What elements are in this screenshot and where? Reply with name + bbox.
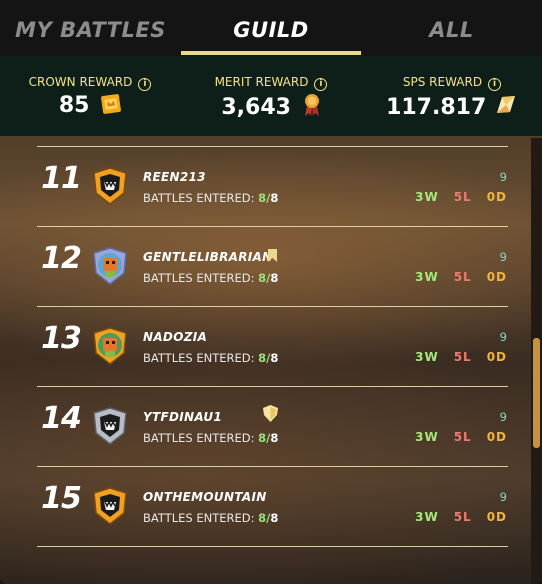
losses: 5L [453, 510, 472, 524]
info-icon[interactable]: i [138, 78, 152, 91]
rewards-bar: CROWN REWARD i 85 MERIT REWARD i 3,643 SPS… [0, 56, 542, 136]
rank-number: 15 [41, 481, 82, 516]
battles-entered: BATTLES ENTERED: 8/8 [143, 511, 279, 525]
tab-all[interactable]: ALL [361, 0, 542, 56]
crown-reward-value: 85 [58, 93, 90, 118]
shield-icon [263, 405, 278, 426]
player-name[interactable]: REEN213 [143, 170, 206, 184]
guild-leaderboard-panel: MY BATTLES GUILD ALL CROWN REWARD i 85 ME… [0, 0, 542, 584]
crown-reward-label: CROWN REWARD [28, 75, 133, 89]
draws: 0D [486, 350, 507, 364]
list-item[interactable]: 15 ONTHEMOUNTAIN BATTLES ENTERED: 8/8 9 … [37, 467, 508, 547]
list-item[interactable]: 13 NADOZIA BATTLES ENTERED: 8/8 9 3W 5L 0D [37, 307, 508, 387]
rank-number: 13 [41, 321, 82, 356]
tab-bar: MY BATTLES GUILD ALL [0, 0, 542, 56]
battles-entered: BATTLES ENTERED: 8/8 [143, 431, 279, 445]
tab-my-battles[interactable]: MY BATTLES [0, 0, 181, 56]
draws: 0D [486, 510, 507, 524]
rank-number: 11 [41, 161, 82, 196]
tab-guild[interactable]: GUILD [181, 0, 361, 56]
rank-number: 12 [41, 241, 82, 276]
battles-entered: BATTLES ENTERED: 8/8 [143, 271, 279, 285]
scroll-thumb[interactable] [533, 338, 540, 448]
sps-reward-value: 117.817 [386, 95, 487, 120]
player-name[interactable]: ONTHEMOUNTAIN [143, 490, 267, 504]
crown-ticket-icon [101, 93, 122, 121]
draws: 0D [486, 430, 507, 444]
losses: 5L [453, 270, 472, 284]
player-score: 9 [499, 330, 507, 344]
losses: 5L [453, 190, 472, 204]
player-score: 9 [499, 250, 507, 264]
win-loss-draw: 3W 5L 0D [415, 190, 507, 204]
wins: 3W [415, 190, 439, 204]
wins: 3W [415, 350, 439, 364]
player-name[interactable]: NADOZIA [143, 330, 207, 344]
player-name[interactable]: YTFDINAU1 [143, 410, 222, 424]
list-item[interactable]: 12 GENTLELIBRARIAN BATTLES ENTERED: 8/8 … [37, 227, 508, 307]
player-list: 11 REEN213 BATTLES ENTERED: 8/8 9 3W 5L 0D… [37, 146, 508, 547]
win-loss-draw: 3W 5L 0D [415, 430, 507, 444]
win-loss-draw: 3W 5L 0D [415, 270, 507, 284]
player-score: 9 [499, 490, 507, 504]
info-icon[interactable]: i [314, 78, 328, 91]
wins: 3W [415, 510, 439, 524]
silver-monster-avatar [90, 406, 130, 446]
rank-number: 14 [41, 401, 82, 436]
draws: 0D [486, 270, 507, 284]
active-tab-indicator [181, 51, 361, 55]
bookmark-icon [267, 247, 278, 266]
orange-goblin-avatar [90, 326, 130, 366]
battles-entered: BATTLES ENTERED: 8/8 [143, 191, 279, 205]
losses: 5L [453, 350, 472, 364]
orange-monster-avatar [90, 166, 130, 206]
merit-reward-value: 3,643 [221, 95, 291, 120]
draws: 0D [486, 190, 507, 204]
win-loss-draw: 3W 5L 0D [415, 510, 507, 524]
merit-reward-label: MERIT REWARD [214, 75, 309, 89]
scrollbar[interactable] [531, 138, 542, 584]
list-item[interactable]: 11 REEN213 BATTLES ENTERED: 8/8 9 3W 5L 0D [37, 147, 508, 227]
wins: 3W [415, 270, 439, 284]
purple-goblin-avatar [90, 246, 130, 286]
wins: 3W [415, 430, 439, 444]
orange-monster-avatar [90, 486, 130, 526]
info-icon[interactable]: i [488, 78, 502, 91]
losses: 5L [453, 430, 472, 444]
player-score: 9 [499, 410, 507, 424]
sps-reward-label: SPS REWARD [402, 75, 483, 89]
sps-token-icon [494, 93, 518, 123]
player-name[interactable]: GENTLELIBRARIAN [143, 250, 272, 264]
list-item[interactable]: 14 YTFDINAU1 BATTLES ENTERED: 8/8 9 3W 5L… [37, 387, 508, 467]
battles-entered: BATTLES ENTERED: 8/8 [143, 351, 279, 365]
player-score: 9 [499, 170, 507, 184]
win-loss-draw: 3W 5L 0D [415, 350, 507, 364]
merit-medal-icon [303, 93, 321, 123]
